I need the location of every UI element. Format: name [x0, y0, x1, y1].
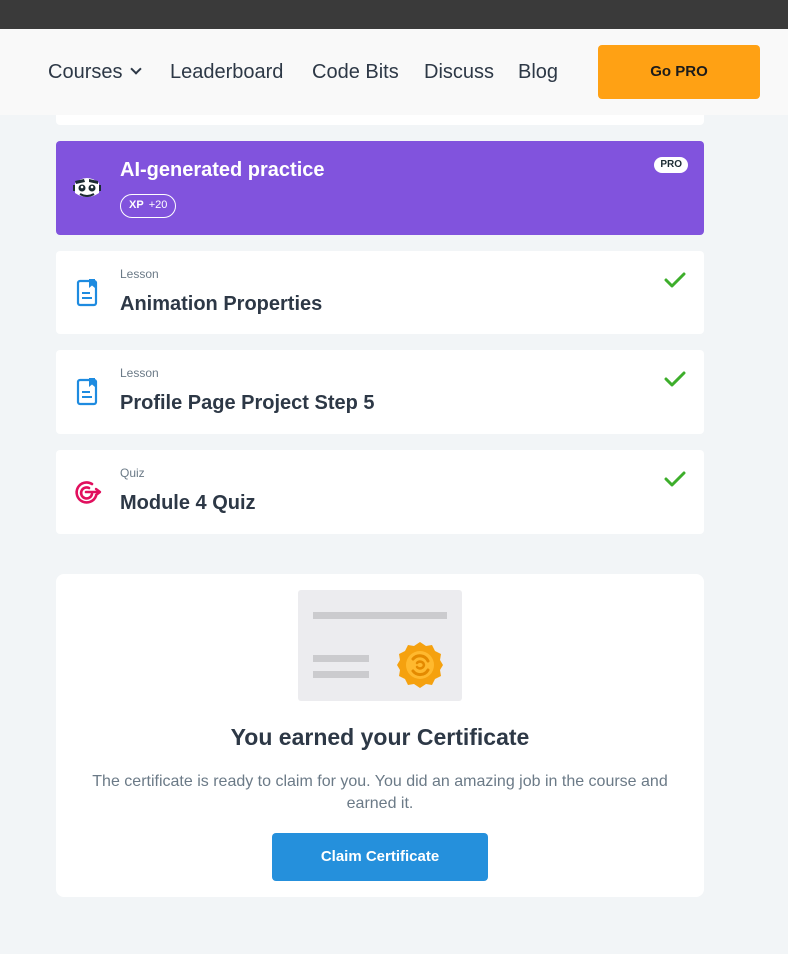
xp-label: XP [129, 199, 144, 211]
browser-top-bar [0, 0, 788, 29]
go-pro-button[interactable]: Go PRO [598, 45, 760, 99]
item-type-label: Lesson [120, 267, 159, 281]
item-title: Profile Page Project Step 5 [120, 392, 375, 414]
lesson-document-icon [76, 279, 98, 307]
ai-practice-card[interactable]: AI-generated practice XP +20 PRO [56, 141, 704, 235]
ai-practice-title: AI-generated practice [120, 159, 325, 181]
lesson-card-profile-page-project[interactable]: Lesson Profile Page Project Step 5 [56, 350, 704, 434]
nav-leaderboard-link[interactable]: Leaderboard [170, 60, 283, 84]
xp-value: +20 [148, 199, 168, 211]
item-title: Animation Properties [120, 293, 323, 315]
item-type-label: Quiz [120, 466, 145, 480]
top-navigation: Courses Leaderboard Code Bits Discuss Bl… [0, 29, 788, 115]
certificate-card: You earned your Certificate The certific… [56, 574, 704, 897]
nav-courses-label: Courses [48, 61, 123, 83]
claim-certificate-button[interactable]: Claim Certificate [272, 833, 488, 881]
item-type-label: Lesson [120, 366, 159, 380]
nav-code-bits-link[interactable]: Code Bits [312, 60, 399, 84]
quiz-card-module-4[interactable]: Quiz Module 4 Quiz [56, 450, 704, 534]
nav-discuss-link[interactable]: Discuss [424, 60, 494, 84]
previous-card-edge [56, 115, 704, 125]
pro-badge: PRO [654, 157, 688, 173]
checkmark-icon [664, 471, 686, 487]
checkmark-icon [664, 272, 686, 288]
certificate-title: You earned your Certificate [230, 724, 530, 750]
certificate-icon [298, 590, 462, 701]
nav-blog-link[interactable]: Blog [518, 60, 558, 84]
quiz-target-icon [75, 481, 102, 504]
lesson-card-animation-properties[interactable]: Lesson Animation Properties [56, 251, 704, 334]
nav-courses-dropdown[interactable]: Courses [48, 60, 143, 84]
bot-face-icon [73, 178, 101, 197]
chevron-down-icon [130, 63, 143, 75]
item-title: Module 4 Quiz [120, 492, 256, 514]
xp-reward-pill: XP +20 [120, 194, 177, 218]
checkmark-icon [664, 371, 686, 387]
certificate-description: The certificate is ready to claim for yo… [92, 773, 668, 812]
lesson-document-icon [76, 378, 98, 406]
